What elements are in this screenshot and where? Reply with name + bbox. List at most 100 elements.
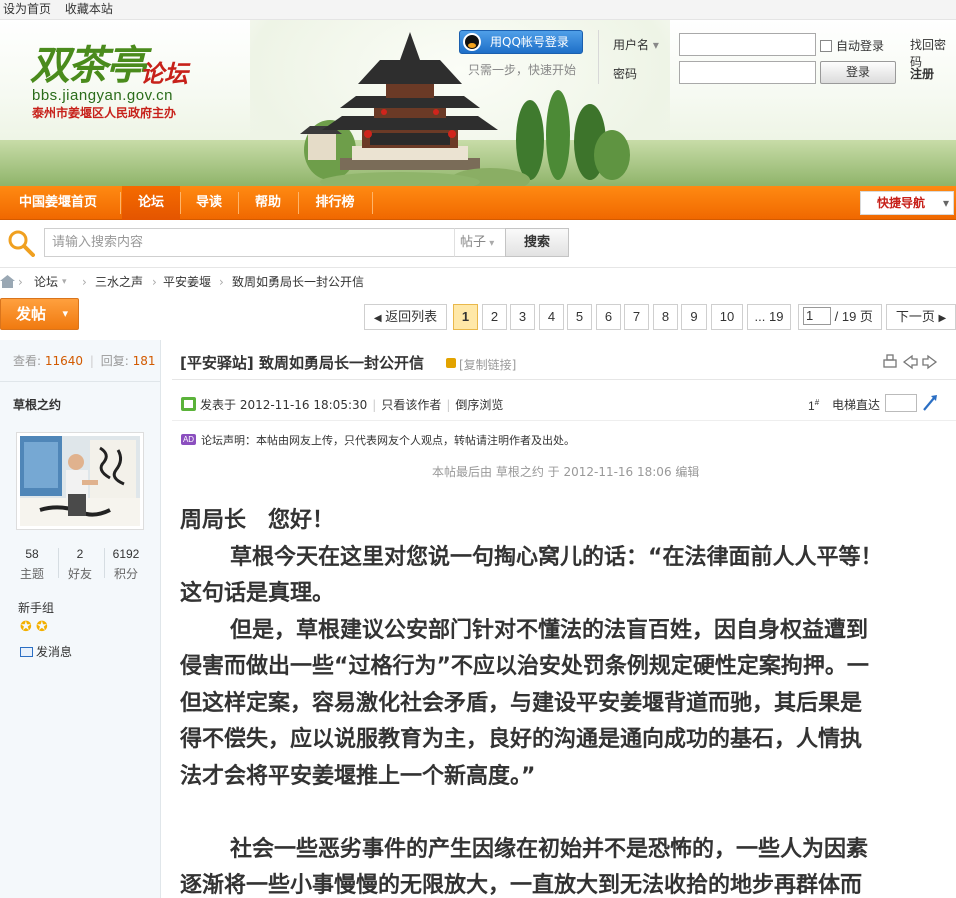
nav-divider <box>120 192 121 214</box>
page-5[interactable]: 5 <box>567 304 592 330</box>
page-8[interactable]: 8 <box>653 304 678 330</box>
ad-badge: AD <box>181 434 196 445</box>
thread-category[interactable]: [平安驿站] <box>180 354 254 372</box>
reverse-order-link[interactable]: 倒序浏览 <box>455 398 503 412</box>
home-icon[interactable] <box>0 275 15 288</box>
breadcrumb-separator: › <box>18 275 23 289</box>
page-9[interactable]: 9 <box>681 304 707 330</box>
page: 设为首页 收藏本站 双茶亭 论坛 bbs.jiangyan.gov.cn 泰州市… <box>0 0 956 898</box>
search-input[interactable]: 请输入搜索内容 <box>44 228 454 257</box>
thread-tools <box>883 354 938 370</box>
site-logo-url: bbs.jiangyan.gov.cn <box>32 87 173 104</box>
thread-title: [平安驿站] 致周如勇局长一封公开信 <box>180 352 424 373</box>
chevron-down-icon[interactable]: ▾ <box>62 270 67 294</box>
breadcrumb-separator: › <box>152 275 157 289</box>
breadcrumb-separator: › <box>219 275 224 289</box>
copy-link-button[interactable]: [复制链接] <box>459 356 516 373</box>
only-author-link[interactable]: 只看该作者 <box>381 398 441 412</box>
avatar-photo[interactable] <box>20 436 140 526</box>
star-icon: ✪ <box>36 619 48 635</box>
post-line: 得不偿失，应以说服教育为主，良好的沟通是通向成功的基石，人情执 <box>180 727 863 752</box>
next-page-button[interactable]: 下一页 ▶ <box>886 304 956 330</box>
post-body: 周局长 您好！ 草根今天在这里对您说一句掏心窝儿的话：“在法律面前人人平等！ 这句话… <box>180 503 950 898</box>
nav-divider <box>180 192 181 214</box>
print-icon[interactable] <box>883 354 897 368</box>
post-line: 逐渐将一些小事慢慢的无限放大，一直放大到无法收拾的地步再群体而 <box>180 873 863 898</box>
send-message-link[interactable]: 发消息 <box>20 643 72 660</box>
post-line: 这句话是真理。 <box>180 581 335 606</box>
qq-penguin-icon <box>463 33 481 51</box>
chevron-right-icon: ▶ <box>938 313 947 324</box>
next-thread-icon[interactable] <box>922 354 938 370</box>
edited-notice: 本帖最后由 草根之约 于 2012-11-16 18:06 编辑 <box>432 465 700 479</box>
quick-nav-dropdown[interactable]: 快捷导航 <box>860 191 954 215</box>
username-type-select[interactable]: 用户名 <box>613 36 659 53</box>
breadcrumb-board-group[interactable]: 三水之声 <box>95 270 143 294</box>
bookmark-link[interactable]: 收藏本站 <box>65 2 113 16</box>
chevron-left-icon: ◀ <box>373 313 382 324</box>
thread-title-text: 致周如勇局长一封公开信 <box>258 354 424 372</box>
breadcrumb-separator: › <box>82 275 87 289</box>
views-label: 查看: <box>13 354 42 368</box>
nav-item-help[interactable]: 帮助 <box>240 186 296 220</box>
nav-item-guide[interactable]: 导读 <box>182 186 236 220</box>
floor-value: 1 <box>808 399 815 413</box>
main-nav: 中国姜堰首页 论坛 导读 帮助 排行榜 <box>0 186 956 220</box>
nav-divider <box>298 192 299 214</box>
nav-divider <box>238 192 239 214</box>
prev-thread-icon[interactable] <box>902 354 918 370</box>
login-button[interactable]: 登录 <box>820 61 896 84</box>
avatar[interactable] <box>16 432 144 530</box>
login-divider <box>598 30 599 84</box>
nav-item-home[interactable]: 中国姜堰首页 <box>8 186 108 220</box>
meta-divider: | <box>372 398 377 412</box>
posted-at: 发表于 2012-11-16 18:05:30 <box>200 398 368 412</box>
author-name[interactable]: 草根之约 <box>13 396 61 413</box>
checkbox-box[interactable] <box>820 40 832 52</box>
breadcrumb: › 论坛 ▾ › 三水之声 › 平安姜堰 › 致周如勇局长一封公开信 <box>0 270 956 294</box>
envelope-icon <box>20 647 33 657</box>
floor-mark: # <box>814 398 820 407</box>
page-10[interactable]: 10 <box>711 304 743 330</box>
divider <box>172 420 956 421</box>
back-to-list-label: 返回列表 <box>385 309 438 324</box>
nav-item-ranking[interactable]: 排行榜 <box>300 186 370 220</box>
thread-stats: 查看: 11640 | 回复: 181 <box>0 340 161 382</box>
back-to-list-button[interactable]: ◀ 返回列表 <box>364 304 447 330</box>
post-line: 但这样定案，容易激化社会矛盾，与建设平安姜堰背道而驰，其后果是 <box>180 690 863 716</box>
breadcrumb-forum[interactable]: 论坛 <box>34 270 58 294</box>
username-input[interactable] <box>679 33 816 56</box>
page-jump-input[interactable]: 1 <box>803 307 831 325</box>
password-input[interactable] <box>679 61 816 84</box>
floor-number[interactable]: 1# <box>808 398 819 413</box>
search-button[interactable]: 搜索 <box>505 228 569 257</box>
search-icon <box>8 230 35 257</box>
site-logo-text[interactable]: 双茶亭 <box>30 44 146 88</box>
search-type-select[interactable]: 帖子 <box>454 228 506 257</box>
breadcrumb-board[interactable]: 平安姜堰 <box>163 270 211 294</box>
register-link[interactable]: 注册 <box>910 65 934 82</box>
post-blank-line <box>180 795 950 832</box>
nav-item-forum[interactable]: 论坛 <box>122 186 180 220</box>
page-7[interactable]: 7 <box>624 304 649 330</box>
friends-count[interactable]: 2 <box>54 547 106 561</box>
topics-count[interactable]: 58 <box>6 547 58 561</box>
new-post-button[interactable]: 发帖 <box>0 298 79 330</box>
breadcrumb-thread[interactable]: 致周如勇局长一封公开信 <box>232 270 364 294</box>
page-2[interactable]: 2 <box>482 304 507 330</box>
page-last[interactable]: ... 19 <box>747 304 791 330</box>
auto-login-checkbox[interactable]: 自动登录 <box>820 37 884 54</box>
post-line: 草根今天在这里对您说一句掏心窝儿的话：“在法律面前人人平等！ <box>230 544 883 570</box>
post-meta: 发表于 2012-11-16 18:05:30 | 只看该作者 | 倒序浏览 <box>200 396 503 413</box>
points-count[interactable]: 6192 <box>100 547 152 561</box>
stats-divider: | <box>89 354 94 368</box>
online-status-icon <box>181 397 196 411</box>
page-4[interactable]: 4 <box>539 304 564 330</box>
elevator-go-icon[interactable] <box>922 394 938 412</box>
page-3[interactable]: 3 <box>510 304 535 330</box>
elevator-floor-input[interactable] <box>885 394 917 412</box>
page-1[interactable]: 1 <box>453 304 478 330</box>
user-rank[interactable]: 新手组 <box>18 599 54 616</box>
set-home-link[interactable]: 设为首页 <box>3 2 51 16</box>
page-6[interactable]: 6 <box>596 304 621 330</box>
